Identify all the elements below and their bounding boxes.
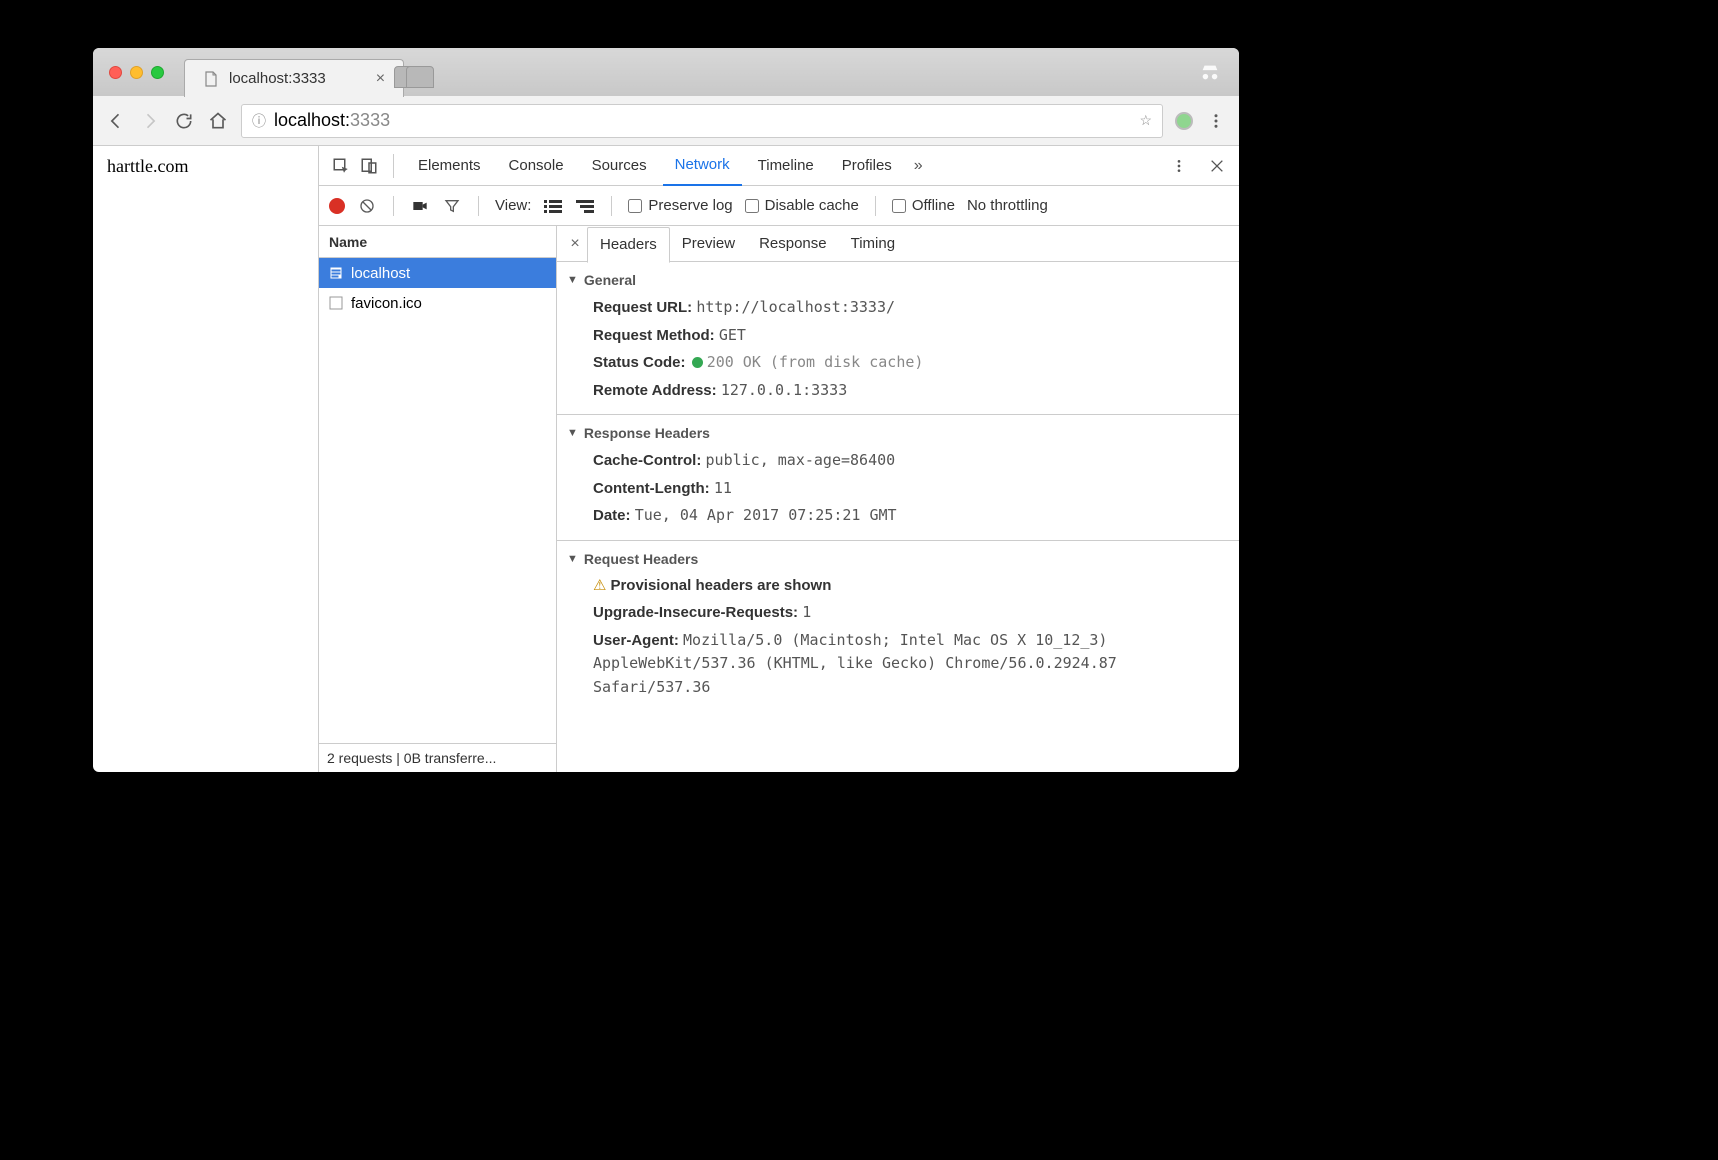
device-toggle-icon[interactable]: [357, 154, 381, 178]
label: Status Code:: [593, 354, 686, 371]
incognito-icon: [1199, 61, 1221, 83]
tab-profiles[interactable]: Profiles: [830, 146, 904, 186]
tab-overflow: [410, 66, 434, 91]
view-tree-icon[interactable]: [575, 199, 595, 213]
request-row[interactable]: localhost: [319, 258, 556, 288]
menu-button[interactable]: [1205, 110, 1227, 132]
request-name: favicon.ico: [351, 295, 422, 312]
browser-window: localhost:3333 × ⓘ localhost:3333 ☆: [93, 48, 1239, 772]
request-list: Name localhost favicon.ico 2 requests | …: [319, 226, 557, 772]
zoom-window-button[interactable]: [151, 66, 164, 79]
section-request-headers: Request Headers ⚠Provisional headers are…: [557, 541, 1239, 712]
info-icon[interactable]: ⓘ: [252, 111, 266, 131]
url-port: 3333: [350, 110, 390, 130]
value: 200 OK (from disk cache): [707, 353, 924, 371]
throttling-select[interactable]: No throttling: [967, 197, 1048, 214]
value: 127.0.0.1:3333: [721, 381, 847, 399]
file-icon: [329, 266, 343, 280]
section-title[interactable]: Request Headers: [567, 545, 1229, 573]
provisional-warning: Provisional headers are shown: [610, 577, 831, 594]
label: Date:: [593, 507, 631, 524]
request-row[interactable]: favicon.ico: [319, 288, 556, 318]
label: Upgrade-Insecure-Requests:: [593, 604, 798, 621]
tabs-overflow-icon[interactable]: »: [914, 157, 923, 175]
tab-network[interactable]: Network: [663, 146, 742, 186]
forward-button[interactable]: [139, 110, 161, 132]
value: http://localhost:3333/: [696, 298, 895, 316]
detail-tab-preview[interactable]: Preview: [670, 226, 747, 262]
browser-toolbar: ⓘ localhost:3333 ☆: [93, 96, 1239, 146]
request-name: localhost: [351, 265, 410, 282]
close-details-icon[interactable]: ×: [563, 235, 587, 253]
column-header-name[interactable]: Name: [319, 226, 556, 258]
warning-icon: ⚠: [593, 577, 606, 594]
devtools-menu-icon[interactable]: [1167, 154, 1191, 178]
back-button[interactable]: [105, 110, 127, 132]
value: Tue, 04 Apr 2017 07:25:21 GMT: [635, 506, 897, 524]
file-icon: [203, 71, 219, 87]
label: Content-Length:: [593, 480, 710, 497]
value: public, max-age=86400: [706, 451, 896, 469]
network-toolbar: View: Preserve log Disable cache Offline…: [319, 186, 1239, 226]
profile-badge[interactable]: [1175, 112, 1193, 130]
tab-sources[interactable]: Sources: [580, 146, 659, 186]
network-body: Name localhost favicon.ico 2 requests | …: [319, 226, 1239, 772]
close-tab-icon[interactable]: ×: [376, 70, 385, 88]
clear-icon[interactable]: [357, 198, 377, 214]
view-list-icon[interactable]: [543, 199, 563, 213]
file-icon: [329, 296, 343, 310]
record-button[interactable]: [329, 198, 345, 214]
inspect-icon[interactable]: [329, 154, 353, 178]
toolbar-right: [1175, 110, 1227, 132]
tab-title: localhost:3333: [229, 70, 326, 87]
detail-tab-response[interactable]: Response: [747, 226, 839, 262]
preserve-log-checkbox[interactable]: Preserve log: [628, 197, 732, 214]
value: 11: [714, 479, 732, 497]
filter-icon[interactable]: [442, 198, 462, 214]
window-controls: [93, 66, 164, 79]
page-body-text: harttle.com: [107, 156, 188, 176]
label: User-Agent:: [593, 632, 679, 649]
section-response-headers: Response Headers Cache-Control: public, …: [557, 415, 1239, 541]
home-button[interactable]: [207, 110, 229, 132]
url-text: localhost:3333: [274, 110, 390, 131]
disable-cache-checkbox[interactable]: Disable cache: [745, 197, 859, 214]
close-window-button[interactable]: [109, 66, 122, 79]
titlebar: localhost:3333 ×: [93, 48, 1239, 96]
bookmark-star-icon[interactable]: ☆: [1139, 112, 1152, 129]
tab-timeline[interactable]: Timeline: [746, 146, 826, 186]
label: Request URL:: [593, 299, 692, 316]
page-viewport: harttle.com: [93, 146, 319, 772]
url-host: localhost:: [274, 110, 350, 130]
label: Remote Address:: [593, 382, 717, 399]
tab-console[interactable]: Console: [497, 146, 576, 186]
section-general: General Request URL: http://localhost:33…: [557, 262, 1239, 415]
devtools-tabs: Elements Console Sources Network Timelin…: [319, 146, 1239, 186]
devtools-panel: Elements Console Sources Network Timelin…: [319, 146, 1239, 772]
tab-elements[interactable]: Elements: [406, 146, 493, 186]
address-bar[interactable]: ⓘ localhost:3333 ☆: [241, 104, 1163, 138]
content-area: harttle.com Elements Console Sources Net…: [93, 146, 1239, 772]
value: 1: [802, 603, 811, 621]
camera-icon[interactable]: [410, 199, 430, 213]
status-dot-icon: [692, 357, 703, 368]
request-details: × Headers Preview Response Timing Genera…: [557, 226, 1239, 772]
browser-tab[interactable]: localhost:3333 ×: [184, 59, 404, 97]
request-footer: 2 requests | 0B transferre...: [319, 743, 556, 772]
label: Cache-Control:: [593, 452, 701, 469]
reload-button[interactable]: [173, 110, 195, 132]
detail-tabs: × Headers Preview Response Timing: [557, 226, 1239, 262]
offline-checkbox[interactable]: Offline: [892, 197, 955, 214]
close-devtools-icon[interactable]: [1205, 154, 1229, 178]
minimize-window-button[interactable]: [130, 66, 143, 79]
section-title[interactable]: General: [567, 266, 1229, 294]
label: Request Method:: [593, 327, 715, 344]
value: GET: [719, 326, 746, 344]
detail-tab-timing[interactable]: Timing: [839, 226, 907, 262]
detail-tab-headers[interactable]: Headers: [587, 227, 670, 263]
section-title[interactable]: Response Headers: [567, 419, 1229, 447]
view-label: View:: [495, 197, 531, 214]
